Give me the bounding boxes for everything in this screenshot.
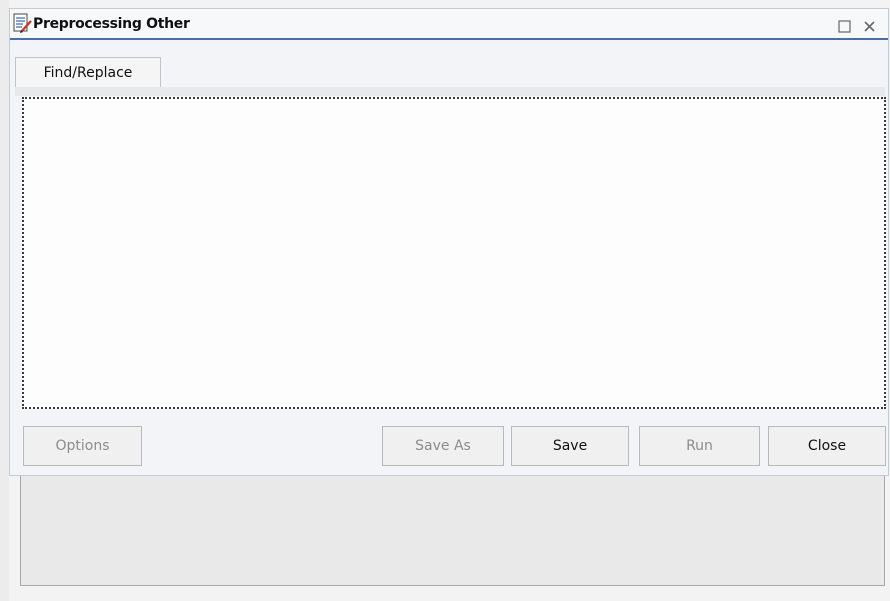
- document-edit-icon: [12, 13, 33, 34]
- preprocessing-editor[interactable]: [22, 97, 886, 409]
- options-button[interactable]: Options: [23, 426, 142, 466]
- run-button[interactable]: Run: [639, 426, 760, 466]
- title-bar[interactable]: Preprocessing Other: [10, 9, 888, 40]
- preprocessing-dialog: Preprocessing Other Find/Replace Options…: [9, 8, 889, 476]
- save-button[interactable]: Save: [511, 426, 629, 466]
- save-as-button[interactable]: Save As: [382, 426, 504, 466]
- tab-strip: [15, 87, 885, 96]
- left-edge: [0, 0, 9, 601]
- window-title: Preprocessing Other: [33, 16, 190, 32]
- tab-find-replace[interactable]: Find/Replace: [15, 57, 161, 87]
- close-button[interactable]: Close: [768, 426, 886, 466]
- maximize-icon[interactable]: [836, 18, 852, 34]
- close-icon[interactable]: [861, 18, 877, 34]
